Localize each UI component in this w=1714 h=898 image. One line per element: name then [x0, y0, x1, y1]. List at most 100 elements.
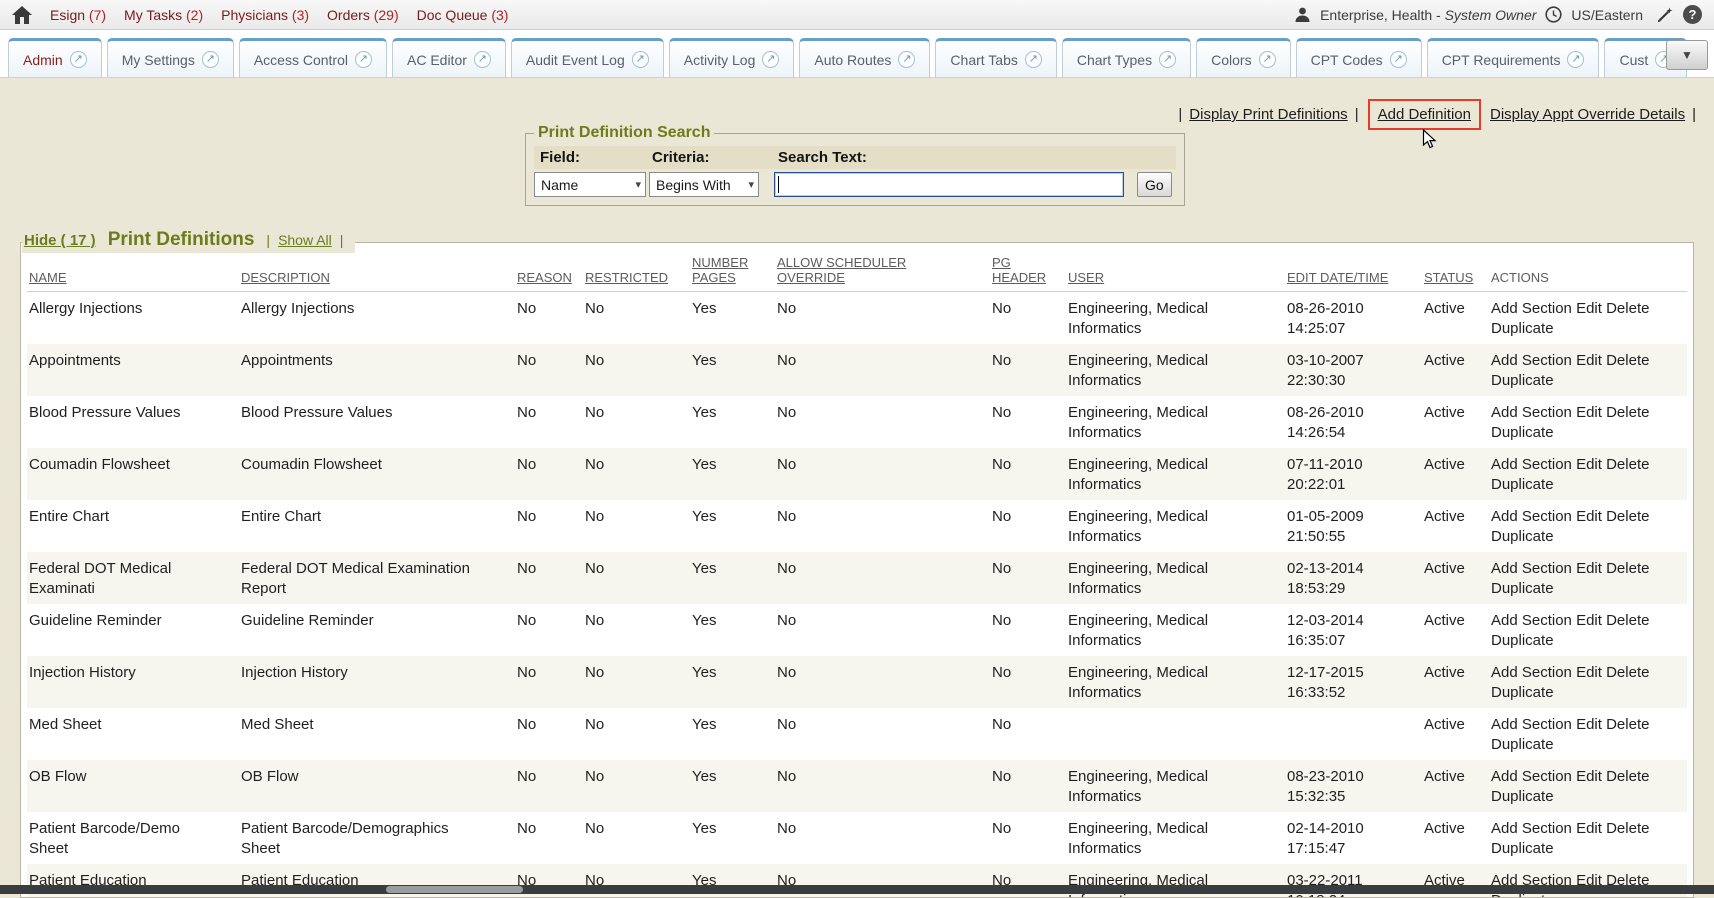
tab-audit-event-log[interactable]: Audit Event Log↗: [511, 38, 664, 77]
action-delete-link[interactable]: Delete: [1606, 404, 1649, 421]
nav-item-doc-queue[interactable]: Doc Queue (3): [417, 7, 509, 23]
action-delete-link[interactable]: Delete: [1606, 508, 1649, 525]
action-add-section-link[interactable]: Add Section: [1491, 716, 1572, 733]
tab-cpt-codes[interactable]: CPT Codes↗: [1296, 38, 1422, 77]
popout-icon[interactable]: ↗: [1259, 51, 1276, 68]
action-edit-link[interactable]: Edit: [1576, 300, 1602, 317]
action-delete-link[interactable]: Delete: [1606, 456, 1649, 473]
column-header-status[interactable]: STATUS: [1422, 243, 1489, 291]
action-add-section-link[interactable]: Add Section: [1491, 768, 1572, 785]
tab-auto-routes[interactable]: Auto Routes↗: [799, 38, 930, 77]
show-all-link[interactable]: Show All: [278, 232, 332, 248]
tab-chart-tabs[interactable]: Chart Tabs↗: [935, 38, 1056, 77]
action-duplicate-link[interactable]: Duplicate: [1491, 580, 1554, 597]
cell-value: Engineering, Medical Informatics: [1068, 559, 1248, 599]
action-add-section-link[interactable]: Add Section: [1491, 352, 1572, 369]
nav-item-my-tasks[interactable]: My Tasks (2): [124, 7, 203, 23]
display-appt-override-link[interactable]: Display Appt Override Details: [1490, 106, 1685, 123]
column-header-pg-header[interactable]: PG HEADER: [990, 243, 1066, 291]
criteria-select[interactable]: Begins With ▾: [649, 172, 759, 197]
action-delete-link[interactable]: Delete: [1606, 612, 1649, 629]
action-duplicate-link[interactable]: Duplicate: [1491, 736, 1554, 753]
action-delete-link[interactable]: Delete: [1606, 820, 1649, 837]
action-duplicate-link[interactable]: Duplicate: [1491, 528, 1554, 545]
hide-link[interactable]: Hide ( 17 ): [24, 232, 96, 249]
popout-icon[interactable]: ↗: [1390, 51, 1407, 68]
action-delete-link[interactable]: Delete: [1606, 768, 1649, 785]
action-edit-link[interactable]: Edit: [1576, 820, 1602, 837]
popout-icon[interactable]: ↗: [355, 51, 372, 68]
go-button[interactable]: Go: [1137, 172, 1172, 197]
action-delete-link[interactable]: Delete: [1606, 352, 1649, 369]
column-header-edit-date-time[interactable]: EDIT DATE/TIME: [1285, 243, 1422, 291]
horizontal-scrollbar[interactable]: [0, 885, 1714, 894]
action-duplicate-link[interactable]: Duplicate: [1491, 424, 1554, 441]
tab-overflow-button[interactable]: ▼: [1666, 40, 1708, 70]
column-header-restricted[interactable]: RESTRICTED: [583, 243, 690, 291]
tab-my-settings[interactable]: My Settings↗: [107, 38, 234, 77]
add-definition-link[interactable]: Add Definition: [1378, 106, 1471, 123]
action-duplicate-link[interactable]: Duplicate: [1491, 632, 1554, 649]
action-delete-link[interactable]: Delete: [1606, 664, 1649, 681]
help-icon[interactable]: ?: [1683, 5, 1702, 24]
tab-admin[interactable]: Admin↗: [8, 38, 102, 77]
column-header-allow-scheduler-override[interactable]: ALLOW SCHEDULER OVERRIDE: [775, 243, 990, 291]
popout-icon[interactable]: ↗: [474, 51, 491, 68]
tab-cpt-requirements[interactable]: CPT Requirements↗: [1427, 38, 1600, 77]
tab-label: Access Control: [254, 52, 348, 68]
action-add-section-link[interactable]: Add Section: [1491, 820, 1572, 837]
action-edit-link[interactable]: Edit: [1576, 560, 1602, 577]
tab-activity-log[interactable]: Activity Log↗: [669, 38, 795, 77]
action-edit-link[interactable]: Edit: [1576, 508, 1602, 525]
action-duplicate-link[interactable]: Duplicate: [1491, 684, 1554, 701]
popout-icon[interactable]: ↗: [762, 51, 779, 68]
tab-chart-types[interactable]: Chart Types↗: [1062, 38, 1191, 77]
nav-item-esign[interactable]: Esign (7): [50, 7, 106, 23]
timezone-label[interactable]: US/Eastern: [1571, 7, 1643, 23]
popout-icon[interactable]: ↗: [898, 51, 915, 68]
action-edit-link[interactable]: Edit: [1576, 404, 1602, 421]
tab-access-control[interactable]: Access Control ↗: [239, 38, 387, 77]
action-edit-link[interactable]: Edit: [1576, 352, 1602, 369]
action-add-section-link[interactable]: Add Section: [1491, 560, 1572, 577]
tab-colors[interactable]: Colors↗: [1196, 38, 1290, 77]
action-duplicate-link[interactable]: Duplicate: [1491, 788, 1554, 805]
action-add-section-link[interactable]: Add Section: [1491, 612, 1572, 629]
popout-icon[interactable]: ↗: [1159, 51, 1176, 68]
nav-item-physicians[interactable]: Physicians (3): [221, 7, 309, 23]
action-edit-link[interactable]: Edit: [1576, 456, 1602, 473]
action-duplicate-link[interactable]: Duplicate: [1491, 372, 1554, 389]
action-edit-link[interactable]: Edit: [1576, 716, 1602, 733]
action-edit-link[interactable]: Edit: [1576, 664, 1602, 681]
popout-icon[interactable]: ↗: [1025, 51, 1042, 68]
action-duplicate-link[interactable]: Duplicate: [1491, 476, 1554, 493]
popout-icon[interactable]: ↗: [632, 51, 649, 68]
action-duplicate-link[interactable]: Duplicate: [1491, 320, 1554, 337]
nav-item-orders[interactable]: Orders (29): [327, 7, 399, 23]
action-add-section-link[interactable]: Add Section: [1491, 300, 1572, 317]
action-add-section-link[interactable]: Add Section: [1491, 456, 1572, 473]
column-header-reason[interactable]: REASON: [515, 243, 583, 291]
scrollbar-thumb[interactable]: [386, 886, 523, 893]
wand-icon[interactable]: [1656, 6, 1674, 24]
tab-ac-editor[interactable]: AC Editor↗: [392, 38, 506, 77]
display-print-definitions-link[interactable]: Display Print Definitions: [1189, 106, 1347, 123]
popout-icon[interactable]: ↗: [70, 51, 87, 68]
clock-icon[interactable]: [1545, 6, 1562, 23]
action-duplicate-link[interactable]: Duplicate: [1491, 840, 1554, 857]
column-header-number-pages[interactable]: NUMBER PAGES: [690, 243, 775, 291]
search-text-input[interactable]: [774, 172, 1124, 197]
column-header-user[interactable]: USER: [1066, 243, 1285, 291]
popout-icon[interactable]: ↗: [1567, 51, 1584, 68]
action-add-section-link[interactable]: Add Section: [1491, 404, 1572, 421]
home-icon[interactable]: [12, 6, 32, 24]
action-add-section-link[interactable]: Add Section: [1491, 664, 1572, 681]
action-add-section-link[interactable]: Add Section: [1491, 508, 1572, 525]
action-delete-link[interactable]: Delete: [1606, 560, 1649, 577]
popout-icon[interactable]: ↗: [202, 51, 219, 68]
action-edit-link[interactable]: Edit: [1576, 612, 1602, 629]
field-select[interactable]: Name ▾: [534, 172, 646, 197]
action-edit-link[interactable]: Edit: [1576, 768, 1602, 785]
action-delete-link[interactable]: Delete: [1606, 300, 1649, 317]
action-delete-link[interactable]: Delete: [1606, 716, 1649, 733]
